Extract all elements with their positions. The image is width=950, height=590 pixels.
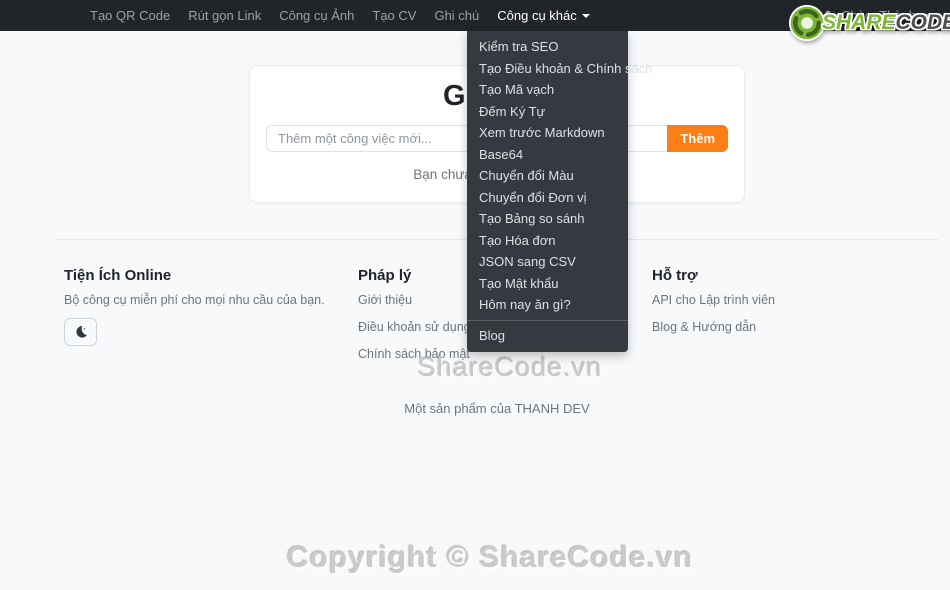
dropdown-item-base64[interactable]: Base64 [467, 144, 628, 166]
dropdown-item-blog[interactable]: Blog [467, 325, 628, 347]
dropdown-item-hom-nay-an-gi[interactable]: Hôm nay ăn gì? [467, 294, 628, 316]
footer-about-title: Tiện Ích Online [64, 267, 172, 284]
nav-dropdown-toggle-label: Công cụ khác [497, 8, 577, 23]
nav-link-cong-cu-anh[interactable]: Công cụ Ảnh [270, 8, 363, 23]
moon-stars-icon [75, 326, 87, 338]
dropdown-item-chuyen-doi-don-vi[interactable]: Chuyển đổi Đơn vị [467, 187, 628, 209]
footer-col-about: Tiện Ích Online Bộ công cụ miễn phí cho … [56, 267, 350, 373]
dropdown-item-xem-truoc-markdown[interactable]: Xem trước Markdown [467, 122, 628, 144]
nav-link-tao-qr-code[interactable]: Tạo QR Code [81, 8, 179, 23]
nav-link-ghi-chu[interactable]: Ghi chú [425, 8, 488, 23]
user-icon [822, 10, 834, 22]
user-greeting: Chào, Thành [841, 8, 916, 23]
watermark-copyright-bottom: Copyright © ShareCode.vn [286, 541, 694, 574]
footer-col-support: Hỗ trợ API cho Lập trình viên Blog & Hướ… [644, 267, 938, 373]
footer-credit-text: Một sản phẩm của THANH DEV [404, 401, 590, 416]
top-navbar: Tiện Ích Online Tạo QR Code Rút gọn Link… [0, 0, 950, 31]
footer-about-description: Bộ công cụ miễn phí cho mọi nhu cầu của … [64, 293, 325, 307]
add-todo-button[interactable]: Thêm [667, 125, 728, 152]
footer-link-api[interactable]: API cho Lập trình viên [652, 292, 930, 308]
nav-dropdown-toggle-cong-cu-khac[interactable]: Công cụ khác [488, 8, 599, 23]
footer-support-title: Hỗ trợ [652, 267, 698, 284]
dropdown-item-chuyen-doi-mau[interactable]: Chuyển đổi Màu [467, 165, 628, 187]
dropdown-item-tao-hoa-don[interactable]: Tạo Hóa đơn [467, 230, 628, 252]
dropdown-item-tao-mat-khau[interactable]: Tạo Mật khẩu [467, 273, 628, 295]
nav-link-rut-gon-link[interactable]: Rút gọn Link [179, 8, 270, 23]
dropdown-item-tao-dieu-khoan[interactable]: Tạo Điều khoản & Chính sách [467, 58, 652, 80]
dropdown-item-json-sang-csv[interactable]: JSON sang CSV [467, 251, 628, 273]
nav-link-tao-cv[interactable]: Tạo CV [363, 8, 425, 23]
dropdown-item-tao-ma-vach[interactable]: Tạo Mã vạch [467, 79, 628, 101]
footer-link-blog-huong-dan[interactable]: Blog & Hướng dẫn [652, 319, 930, 335]
user-menu[interactable]: Chào, Thành [821, 8, 936, 23]
dropdown-item-kiem-tra-seo[interactable]: Kiểm tra SEO [467, 36, 628, 58]
dark-mode-toggle-button[interactable] [64, 318, 97, 346]
chevron-down-icon [922, 13, 930, 18]
chevron-down-icon [581, 13, 590, 18]
dropdown-divider [467, 319, 628, 321]
dropdown-item-dem-ky-tu[interactable]: Đếm Ký Tự [467, 101, 628, 123]
dropdown-item-tao-bang-so-sanh[interactable]: Tạo Bảng so sánh [467, 208, 628, 230]
cong-cu-khac-dropdown-menu: Kiểm tra SEO Tạo Điều khoản & Chính sách… [467, 31, 652, 352]
